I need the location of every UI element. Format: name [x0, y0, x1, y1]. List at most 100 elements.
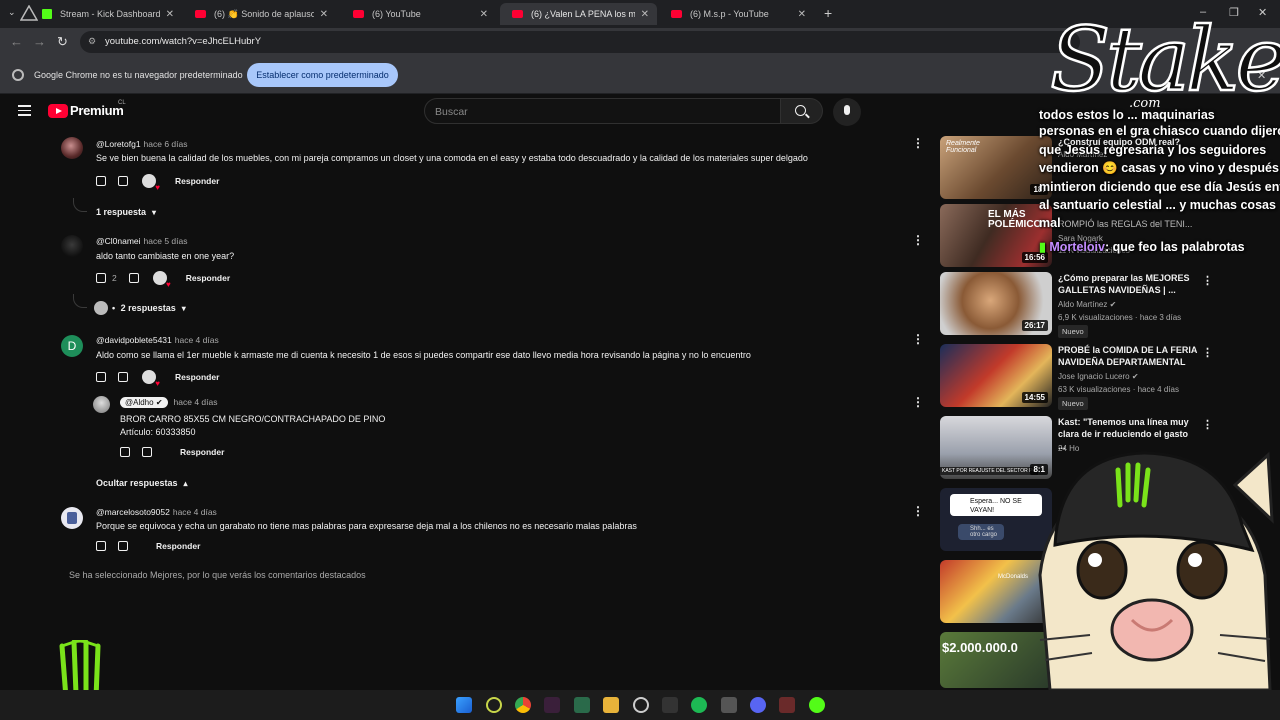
like-icon[interactable]	[96, 372, 106, 382]
tab-search-icon[interactable]: ⌄	[8, 7, 16, 18]
like-icon[interactable]	[120, 447, 130, 457]
close-tab-icon[interactable]: ✕	[798, 9, 806, 20]
tab-youtube[interactable]: (6) YouTube ✕	[341, 3, 496, 25]
more-options-icon[interactable]: ⋮	[912, 504, 924, 518]
tab-kick-dashboard[interactable]: Stream - Kick Dashboard ✕	[30, 3, 182, 25]
video-title[interactable]: ¿Cómo preparar las MEJORES GALLETAS NAVI…	[1058, 272, 1198, 296]
site-info-icon[interactable]: ⚙	[88, 36, 98, 46]
set-default-button[interactable]: Establecer como predeterminado	[247, 63, 398, 87]
comment-text: aldo tanto cambiaste en one year?	[96, 251, 235, 261]
forward-icon[interactable]: →	[33, 34, 46, 49]
replies-count: 1 respuesta	[96, 207, 147, 217]
video-duration: 14:55	[1021, 392, 1048, 403]
video-thumbnail[interactable]: Realmente Funcional 18:	[940, 136, 1052, 199]
comment-author[interactable]: @davidpoblete5431 hace 4 días	[96, 335, 219, 345]
search-input[interactable]: Buscar	[424, 98, 781, 124]
view-replies-button[interactable]: 1 respuesta ▾	[96, 207, 156, 217]
app-icon[interactable]	[721, 697, 737, 713]
back-icon[interactable]: ←	[10, 34, 23, 49]
avatar[interactable]	[93, 396, 110, 413]
kick-taskbar-icon[interactable]	[809, 697, 825, 713]
more-options-icon[interactable]: ⋮	[912, 136, 924, 150]
obs-icon[interactable]	[633, 697, 649, 713]
avatar[interactable]	[61, 507, 83, 529]
reply-button[interactable]: Responder	[175, 176, 219, 186]
tab-msp[interactable]: (6) M.s.p - YouTube ✕	[659, 3, 814, 25]
reload-icon[interactable]: ↻	[57, 34, 68, 50]
close-tab-icon[interactable]: ✕	[166, 9, 174, 20]
more-options-icon[interactable]: ⋮	[1202, 274, 1213, 287]
dislike-icon[interactable]	[118, 372, 128, 382]
related-video[interactable]: 14:55 PROBÉ la COMIDA DE LA FERIA NAVIDE…	[940, 344, 1270, 410]
tab-valen-la-pena[interactable]: (6) ¿Valen LA PENA los mueble ✕	[500, 3, 657, 25]
youtube-logo-icon[interactable]	[48, 104, 68, 118]
like-icon[interactable]	[96, 273, 106, 283]
dislike-icon[interactable]	[128, 273, 139, 283]
chrome-taskbar-icon[interactable]	[515, 697, 531, 713]
search-button[interactable]	[781, 98, 823, 124]
comment-time[interactable]: hace 6 días	[144, 139, 188, 149]
related-video[interactable]: EL MÁS POLÉMICO 16:56 ROMPIÓ las REGLAS …	[940, 204, 1270, 268]
menu-icon[interactable]	[18, 105, 31, 119]
hide-replies-button[interactable]: Ocultar respuestas ▴	[96, 478, 188, 488]
creator-badge[interactable]: @Aldho ✔	[120, 397, 168, 408]
spotify-icon[interactable]	[691, 697, 707, 713]
comment-author[interactable]: @Aldho ✔ hace 4 días	[120, 397, 217, 408]
reply-button[interactable]: Responder	[175, 372, 219, 382]
like-icon[interactable]	[96, 176, 106, 186]
reply-button[interactable]: Responder	[186, 273, 230, 283]
app-icon[interactable]	[544, 697, 560, 713]
app-icon[interactable]	[486, 697, 502, 713]
video-title[interactable]: PROBÉ la COMIDA DE LA FERIA NAVIDEÑA DEP…	[1058, 344, 1198, 368]
discord-icon[interactable]	[750, 697, 766, 713]
close-tab-icon[interactable]: ✕	[641, 9, 649, 20]
comment-time[interactable]: hace 4 días	[173, 507, 217, 517]
windows-taskbar	[0, 690, 1280, 720]
more-options-icon[interactable]: ⋮	[1202, 346, 1213, 359]
author-handle[interactable]: @Loretofg1	[96, 139, 141, 149]
more-options-icon[interactable]: ⋮	[912, 395, 924, 409]
app-icon[interactable]	[779, 697, 795, 713]
dislike-icon[interactable]	[142, 447, 152, 457]
video-thumbnail[interactable]: 14:55	[940, 344, 1052, 407]
video-title[interactable]: ROMPIÓ las REGLAS del TENI...	[1058, 218, 1198, 230]
comment-time[interactable]: hace 5 días	[144, 236, 188, 246]
app-icon[interactable]	[574, 697, 590, 713]
comment-author[interactable]: @Cl0namei hace 5 días	[96, 236, 188, 246]
address-bar[interactable]: ⚙ youtube.com/watch?v=eJhcELHubrY	[80, 31, 1080, 53]
more-options-icon[interactable]: ⋮	[912, 233, 924, 247]
author-handle[interactable]: @marcelosoto9052	[96, 507, 170, 517]
avatar[interactable]: D	[61, 335, 83, 357]
related-video[interactable]: 26:17 ¿Cómo preparar las MEJORES GALLETA…	[940, 272, 1270, 338]
comment-author[interactable]: @Loretofg1 hace 6 días	[96, 139, 188, 149]
author-handle[interactable]: @davidpoblete5431	[96, 335, 172, 345]
close-tab-icon[interactable]: ✕	[320, 9, 328, 20]
chat-line: que Jesús regresaría y los seguidores	[1039, 143, 1267, 157]
file-explorer-icon[interactable]	[603, 697, 619, 713]
comment-time[interactable]: hace 4 días	[174, 397, 218, 407]
video-thumbnail[interactable]: 26:17	[940, 272, 1052, 335]
dislike-icon[interactable]	[118, 176, 128, 186]
reply-button[interactable]: Responder	[180, 447, 224, 457]
channel-name[interactable]: Jose Ignacio Lucero ✔	[1058, 372, 1139, 381]
tab-aplausos[interactable]: (6) 👏 Sonido de aplausos y gr ✕	[183, 3, 336, 25]
close-tab-icon[interactable]: ✕	[480, 9, 488, 20]
more-options-icon[interactable]: ⋮	[912, 332, 924, 346]
stake-logo: Stake	[1049, 7, 1280, 113]
start-button-icon[interactable]	[456, 697, 472, 713]
author-handle[interactable]: @Cl0namei	[96, 236, 141, 246]
like-icon[interactable]	[96, 541, 106, 551]
voice-search-button[interactable]	[833, 98, 861, 126]
comment-time[interactable]: hace 4 días	[175, 335, 219, 345]
view-replies-button[interactable]: • 2 respuestas ▾	[94, 301, 186, 315]
avatar[interactable]	[61, 235, 83, 257]
new-tab-button[interactable]: +	[824, 5, 832, 21]
reply-button[interactable]: Responder	[156, 541, 200, 551]
app-icon[interactable]	[662, 697, 678, 713]
comment-author[interactable]: @marcelosoto9052 hace 4 días	[96, 507, 217, 517]
youtube-premium-label[interactable]: Premium	[70, 103, 124, 118]
dislike-icon[interactable]	[118, 541, 128, 551]
channel-name[interactable]: Aldo Martínez ✔	[1058, 300, 1116, 309]
video-thumbnail[interactable]: EL MÁS POLÉMICO 16:56	[940, 204, 1052, 267]
avatar[interactable]	[61, 137, 83, 159]
